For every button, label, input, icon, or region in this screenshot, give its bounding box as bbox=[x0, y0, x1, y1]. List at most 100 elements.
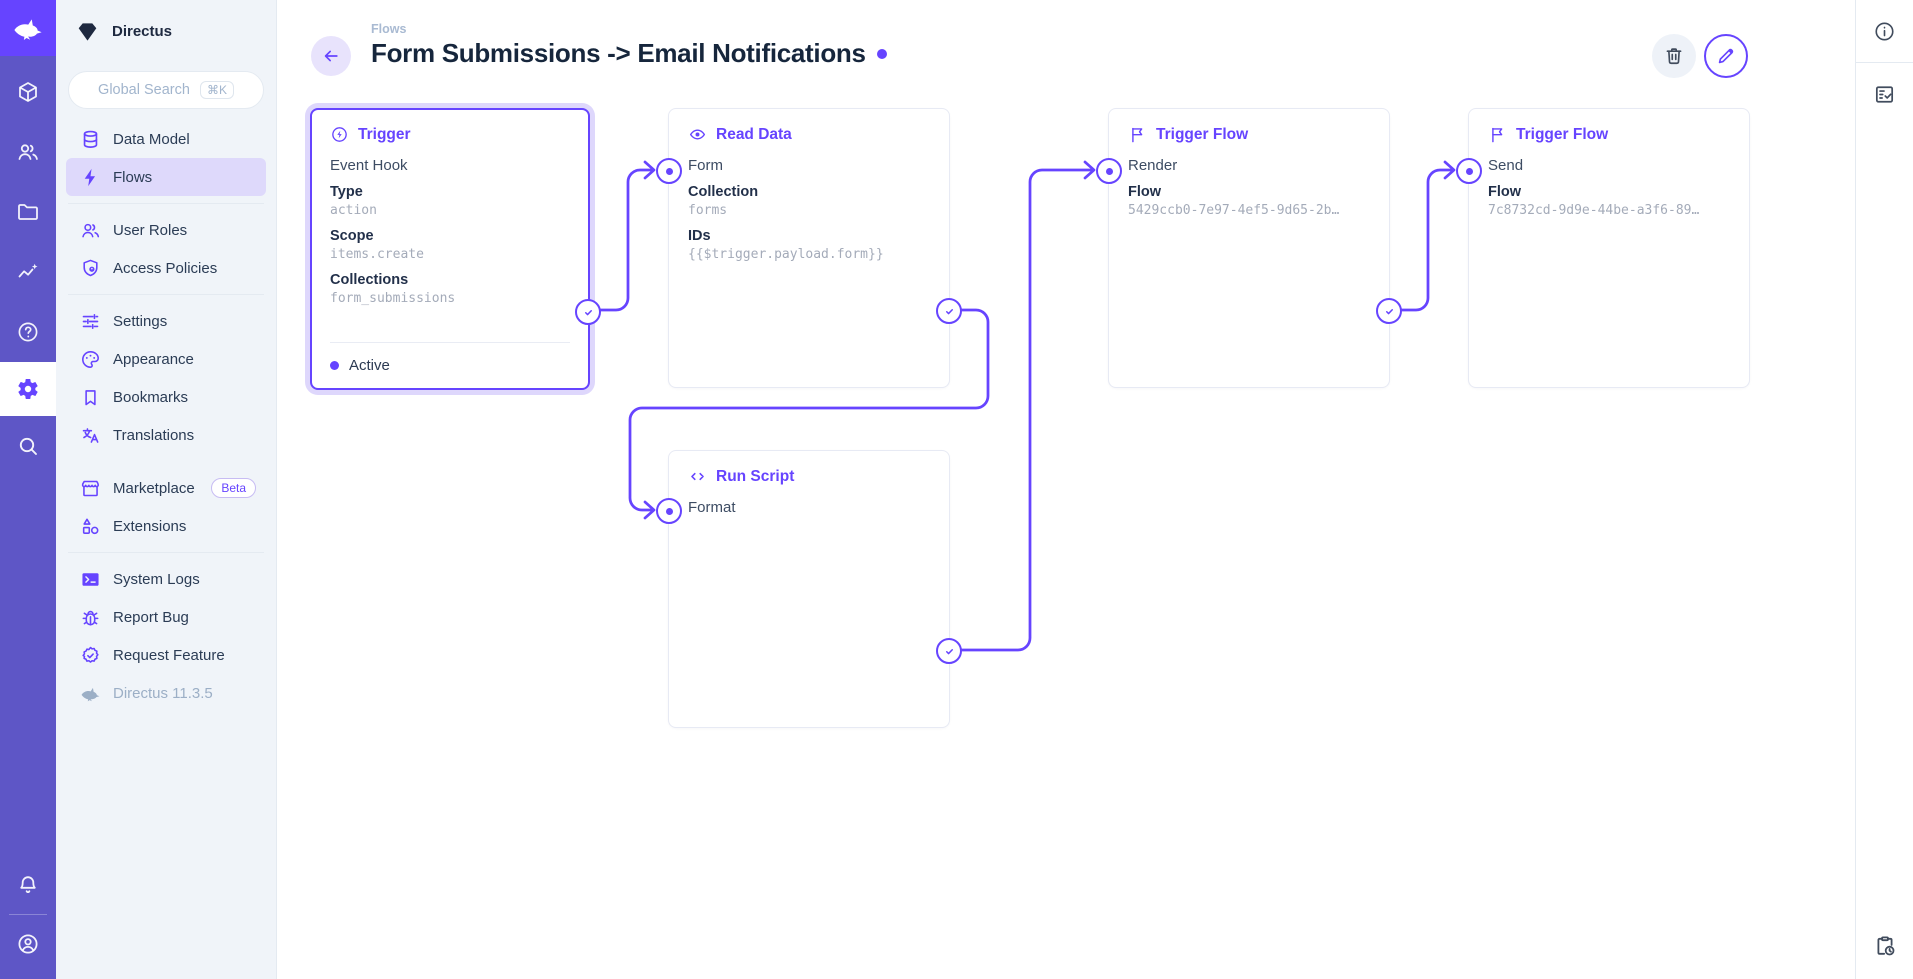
flow-panel-trigger[interactable]: Trigger Event Hook Type action Scope ite… bbox=[310, 108, 590, 390]
sidebar-item-system-logs[interactable]: System Logs bbox=[66, 560, 266, 598]
flow-canvas[interactable]: Trigger Event Hook Type action Scope ite… bbox=[277, 0, 1855, 979]
wire-arrow bbox=[645, 162, 654, 178]
wire-render-to-send bbox=[1390, 170, 1453, 310]
check-icon bbox=[942, 644, 957, 659]
check-icon bbox=[581, 305, 596, 320]
panel-name: Form bbox=[688, 157, 930, 174]
search-icon bbox=[16, 434, 40, 458]
sidebar-item-label: Settings bbox=[113, 313, 167, 330]
module-item-users[interactable] bbox=[0, 122, 56, 182]
sidebar-item-report-bug[interactable]: Report Bug bbox=[66, 598, 266, 636]
check-icon bbox=[1382, 304, 1397, 319]
sidebar-item-access-policies[interactable]: Access Policies bbox=[66, 249, 266, 287]
panel-name: Format bbox=[688, 499, 930, 516]
sidebar-item-label: Directus 11.3.5 bbox=[113, 685, 213, 702]
sidebar-item-user-roles[interactable]: User Roles bbox=[66, 211, 266, 249]
storefront-icon bbox=[80, 478, 101, 499]
shapes-icon bbox=[80, 516, 101, 537]
settings-sidebar: Directus Global Search ⌘K Data Model Flow… bbox=[56, 0, 277, 979]
module-bar bbox=[0, 0, 56, 979]
flag-icon bbox=[1128, 125, 1147, 144]
input-connector[interactable] bbox=[656, 498, 682, 524]
module-item-search[interactable] bbox=[0, 416, 56, 476]
sidebar-info-button[interactable] bbox=[1856, 0, 1913, 63]
panel-field: Type action bbox=[330, 184, 570, 218]
clipboard-history-icon bbox=[1873, 934, 1897, 958]
search-placeholder: Global Search bbox=[98, 82, 190, 98]
users-icon bbox=[16, 140, 40, 164]
directus-logo-button[interactable] bbox=[0, 0, 56, 56]
flow-panel-run-script[interactable]: Run Script Format bbox=[668, 450, 950, 728]
sidebar-item-marketplace[interactable]: MarketplaceBeta bbox=[66, 469, 266, 507]
input-connector[interactable] bbox=[1096, 158, 1122, 184]
module-item-folder[interactable] bbox=[0, 182, 56, 242]
input-connector[interactable] bbox=[656, 158, 682, 184]
sidebar-item-flows[interactable]: Flows bbox=[66, 158, 266, 196]
box-icon bbox=[16, 80, 40, 104]
sidebar-gap bbox=[66, 454, 266, 469]
users-icon bbox=[80, 220, 101, 241]
back-button[interactable] bbox=[311, 36, 351, 76]
sidebar-item-label: System Logs bbox=[113, 571, 200, 588]
flow-panel-trigger-flow-render[interactable]: Trigger Flow Render Flow 5429ccb0-7e97-4… bbox=[1108, 108, 1390, 388]
global-search-input[interactable]: Global Search ⌘K bbox=[68, 71, 264, 109]
output-connector[interactable] bbox=[1376, 298, 1402, 324]
sidebar-item-label: Request Feature bbox=[113, 647, 225, 664]
sidebar-item-appearance[interactable]: Appearance bbox=[66, 340, 266, 378]
info-icon bbox=[1873, 20, 1896, 43]
output-connector[interactable] bbox=[936, 298, 962, 324]
tune-icon bbox=[80, 311, 101, 332]
sidebar-item-translations[interactable]: Translations bbox=[66, 416, 266, 454]
wire-arrow bbox=[1445, 162, 1454, 178]
award-icon bbox=[80, 645, 101, 666]
beta-badge: Beta bbox=[211, 478, 256, 498]
project-header[interactable]: Directus bbox=[56, 0, 276, 63]
panel-subtitle: Event Hook bbox=[330, 157, 570, 174]
sidebar-detail-button[interactable] bbox=[1856, 63, 1913, 126]
terminal-icon bbox=[80, 569, 101, 590]
output-connector[interactable] bbox=[575, 299, 601, 325]
translate-icon bbox=[80, 425, 101, 446]
output-connector[interactable] bbox=[936, 638, 962, 664]
right-sidebar bbox=[1855, 0, 1913, 979]
sidebar-item-label: User Roles bbox=[113, 222, 187, 239]
header-actions bbox=[1652, 34, 1748, 78]
panel-field: Scope items.create bbox=[330, 228, 570, 262]
module-item-insights[interactable] bbox=[0, 242, 56, 302]
gear-icon bbox=[16, 377, 40, 401]
pencil-icon bbox=[1715, 45, 1737, 67]
edit-flow-button[interactable] bbox=[1704, 34, 1748, 78]
sidebar-item-request-feature[interactable]: Request Feature bbox=[66, 636, 266, 674]
panel-field: IDs {{$trigger.payload.form}} bbox=[688, 228, 930, 262]
folder-icon bbox=[16, 200, 40, 224]
bell-icon bbox=[16, 873, 40, 897]
panel-type-header: Trigger Flow bbox=[1488, 125, 1730, 144]
sidebar-item-extensions[interactable]: Extensions bbox=[66, 507, 266, 545]
flow-panel-read-data[interactable]: Read Data Form Collection forms IDs {{$t… bbox=[668, 108, 950, 388]
sidebar-item-directus-11-3-5[interactable]: Directus 11.3.5 bbox=[66, 674, 266, 712]
sidebar-item-settings[interactable]: Settings bbox=[66, 302, 266, 340]
sidebar-item-bookmarks[interactable]: Bookmarks bbox=[66, 378, 266, 416]
delete-flow-button[interactable] bbox=[1652, 34, 1696, 78]
sidebar-item-label: Extensions bbox=[113, 518, 186, 535]
bolt-circle-icon bbox=[330, 125, 349, 144]
shield-icon bbox=[80, 258, 101, 279]
module-item-bell[interactable] bbox=[0, 858, 56, 912]
sidebar-divider bbox=[68, 552, 264, 553]
module-item-gear[interactable] bbox=[0, 362, 56, 416]
module-item-help[interactable] bbox=[0, 302, 56, 362]
module-item-box[interactable] bbox=[0, 62, 56, 122]
flow-panel-trigger-flow-send[interactable]: Trigger Flow Send Flow 7c8732cd-9d9e-44b… bbox=[1468, 108, 1750, 388]
sidebar-item-data-model[interactable]: Data Model bbox=[66, 120, 266, 158]
input-connector[interactable] bbox=[1456, 158, 1482, 184]
module-item-person[interactable] bbox=[0, 917, 56, 971]
panel-field: Flow 7c8732cd-9d9e-44be-a3f6-89… bbox=[1488, 184, 1730, 218]
flow-editor-main: Trigger Event Hook Type action Scope ite… bbox=[277, 0, 1855, 979]
sidebar-item-label: Access Policies bbox=[113, 260, 217, 277]
panel-field: Collections form_submissions bbox=[330, 272, 570, 306]
wire-arrow bbox=[1085, 162, 1094, 178]
project-name: Directus bbox=[112, 23, 172, 40]
person-icon bbox=[16, 932, 40, 956]
flow-logs-button[interactable] bbox=[1856, 921, 1913, 971]
sidebar-item-label: Flows bbox=[113, 169, 152, 186]
